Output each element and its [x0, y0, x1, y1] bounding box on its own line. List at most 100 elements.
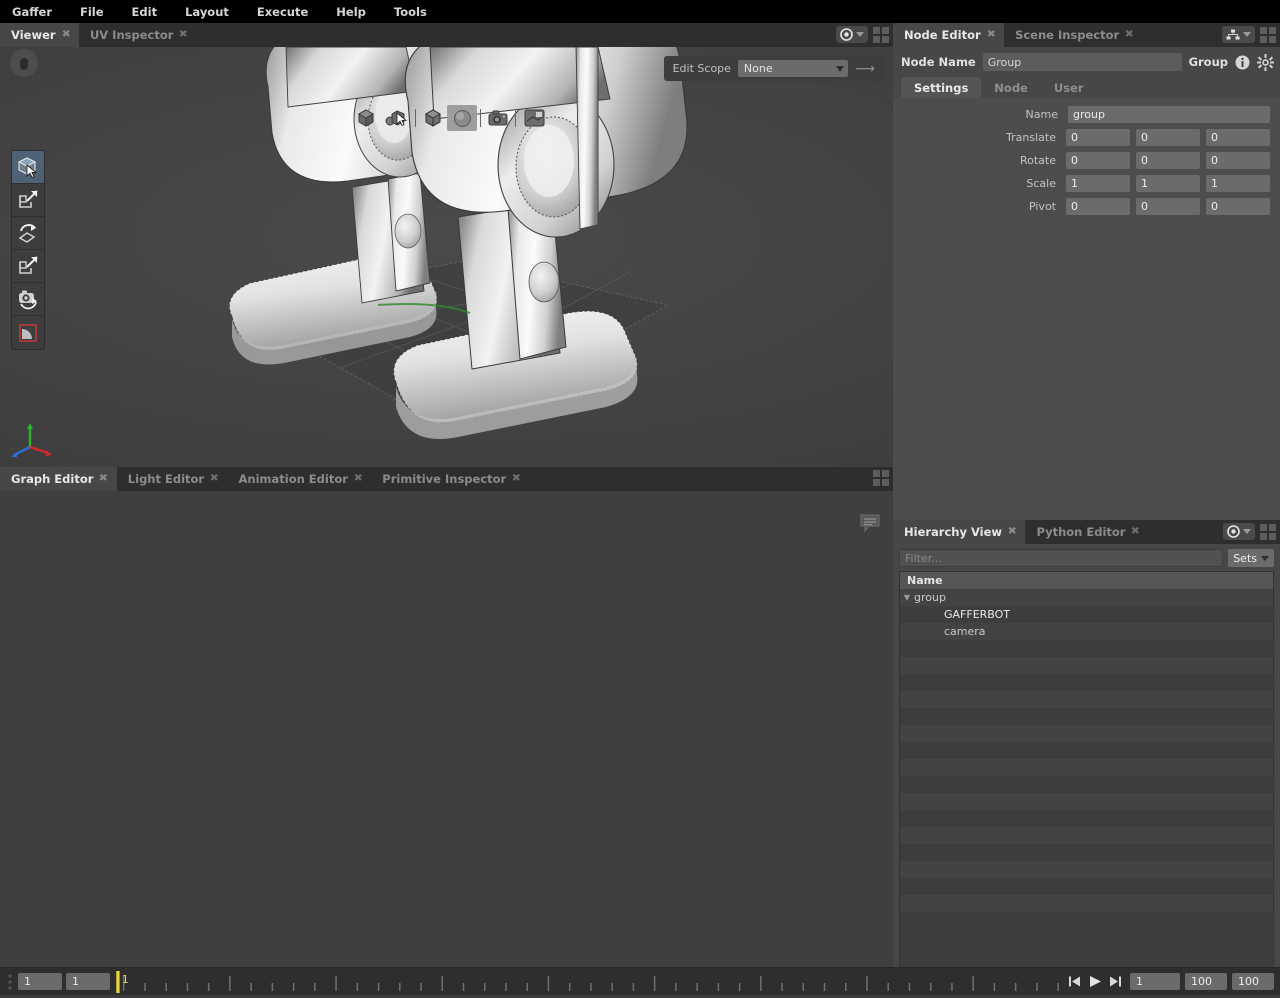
node-name-input[interactable]: Group	[982, 53, 1182, 71]
tab-light-editor[interactable]: Light Editor ✖	[117, 467, 228, 491]
sphere-icon[interactable]	[447, 105, 477, 131]
edit-scope-control: Edit Scope None ⟶	[663, 56, 884, 81]
menu-item-execute[interactable]: Execute	[257, 2, 322, 22]
param-input-pivot-z[interactable]: 0	[1206, 198, 1270, 215]
close-icon[interactable]: ✖	[1131, 527, 1140, 537]
panel-layout-icon[interactable]	[1260, 523, 1276, 540]
timeline-ruler[interactable]: 1	[116, 968, 1062, 995]
tree-row-empty	[900, 691, 1273, 708]
layers-icon[interactable]	[519, 106, 549, 130]
edit-scope-dropdown[interactable]: None	[737, 60, 848, 77]
tab-scene-inspector[interactable]: Scene Inspector ✖	[1004, 23, 1143, 47]
panel-layout-icon[interactable]	[1260, 26, 1276, 43]
tree-row-gafferbot[interactable]: GAFFERBOT	[900, 606, 1273, 623]
viewport-3d[interactable]: Edit Scope None ⟶	[0, 47, 893, 467]
crop-window-tool[interactable]	[12, 316, 44, 349]
close-icon[interactable]: ✖	[61, 30, 70, 40]
edit-scope-goto-icon[interactable]: ⟶	[855, 62, 875, 76]
timeline-start-input[interactable]: 1	[18, 973, 62, 990]
timeline-end-input[interactable]: 100	[1185, 973, 1227, 990]
param-input-scale-z[interactable]: 1	[1206, 175, 1270, 192]
close-icon[interactable]: ✖	[99, 474, 108, 484]
subtab-user[interactable]: User	[1041, 77, 1097, 98]
panel-layout-icon[interactable]	[873, 470, 889, 486]
shading-cube-sphere-icon[interactable]	[380, 106, 412, 130]
close-icon[interactable]: ✖	[179, 30, 188, 40]
node-editor-pin-button[interactable]	[1222, 26, 1255, 43]
param-input-translate-y[interactable]: 0	[1136, 129, 1200, 146]
param-input-translate-z[interactable]: 0	[1206, 129, 1270, 146]
close-icon[interactable]: ✖	[512, 474, 521, 484]
timeline-frame-input[interactable]: 1	[1130, 973, 1180, 990]
close-icon[interactable]: ✖	[353, 474, 362, 484]
play-icon[interactable]	[1088, 975, 1102, 988]
shading-cube-icon[interactable]	[352, 106, 380, 130]
sets-dropdown-button[interactable]: Sets	[1228, 549, 1274, 567]
select-tool[interactable]	[12, 151, 44, 184]
tab-hierarchy-view[interactable]: Hierarchy View ✖	[893, 520, 1026, 544]
param-input-rotate-z[interactable]: 0	[1206, 152, 1270, 169]
node-name-value: Group	[987, 55, 1022, 69]
translate-tool[interactable]	[12, 184, 44, 217]
menu-item-help[interactable]: Help	[336, 2, 380, 22]
tab-python-editor[interactable]: Python Editor ✖	[1025, 520, 1148, 544]
gear-icon[interactable]	[1257, 53, 1274, 71]
node-editor-tabbar: Node Editor ✖ Scene Inspector ✖	[893, 23, 1280, 47]
hand-tool-icon[interactable]	[10, 49, 38, 77]
close-icon[interactable]: ✖	[1008, 527, 1017, 537]
filter-input[interactable]: Filter...	[899, 549, 1224, 567]
hierarchy-state-button[interactable]	[1223, 523, 1255, 540]
tab-node-editor[interactable]: Node Editor ✖	[893, 23, 1005, 47]
menu-item-file[interactable]: File	[80, 2, 118, 22]
tree-row-empty	[900, 810, 1273, 827]
graph-corner-controls	[873, 470, 889, 486]
timeline-current-input[interactable]: 1	[66, 973, 110, 990]
param-input-rotate-y[interactable]: 0	[1136, 152, 1200, 169]
info-icon[interactable]	[1235, 55, 1250, 70]
tree-row-group[interactable]: ▼ group	[900, 589, 1273, 606]
tab-animation-editor[interactable]: Animation Editor ✖	[227, 467, 371, 491]
playback-controls	[1068, 975, 1122, 988]
tree-row-camera[interactable]: camera	[900, 623, 1273, 640]
rotate-tool[interactable]	[12, 217, 44, 250]
camera-icon[interactable]	[484, 106, 512, 130]
close-icon[interactable]: ✖	[210, 474, 219, 484]
tab-animation-editor-label: Animation Editor	[238, 472, 348, 486]
chevron-down-icon	[1243, 529, 1251, 534]
tab-uv-inspector[interactable]: UV Inspector ✖	[79, 23, 197, 47]
chevron-down-icon[interactable]: ▼	[900, 593, 914, 602]
param-input-translate-x[interactable]: 0	[1066, 129, 1130, 146]
annotation-bubble-icon[interactable]	[859, 513, 881, 536]
drag-handle-icon[interactable]	[6, 972, 14, 992]
param-input-name[interactable]: group	[1068, 106, 1270, 123]
crop-region-icon	[19, 323, 37, 342]
jump-to-end-icon[interactable]	[1109, 975, 1122, 988]
timeline-range-input[interactable]: 100	[1232, 973, 1274, 990]
viewer-state-button[interactable]	[836, 26, 868, 43]
menu-item-layout[interactable]: Layout	[185, 2, 243, 22]
close-icon[interactable]: ✖	[986, 30, 995, 40]
wireframe-cube-icon[interactable]	[419, 106, 447, 130]
subtab-node[interactable]: Node	[981, 77, 1041, 98]
hierarchy-tree[interactable]: Name ▼ group GAFFERBOT camera	[899, 571, 1274, 989]
param-input-scale-x[interactable]: 1	[1066, 175, 1130, 192]
tree-row-empty	[900, 640, 1273, 657]
menu-item-gaffer[interactable]: Gaffer	[12, 2, 66, 22]
param-input-scale-y[interactable]: 1	[1136, 175, 1200, 192]
close-icon[interactable]: ✖	[1125, 30, 1134, 40]
menu-item-tools[interactable]: Tools	[394, 2, 441, 22]
menu-item-edit[interactable]: Edit	[132, 2, 172, 22]
scale-tool[interactable]	[12, 250, 44, 283]
subtab-settings[interactable]: Settings	[901, 77, 982, 98]
param-input-rotate-x[interactable]: 0	[1066, 152, 1130, 169]
tab-graph-editor[interactable]: Graph Editor ✖	[0, 467, 117, 491]
param-input-pivot-y[interactable]: 0	[1136, 198, 1200, 215]
node-graph-canvas[interactable]: SceneReader Camera Group	[0, 491, 893, 995]
param-input-pivot-x[interactable]: 0	[1066, 198, 1130, 215]
tree-row-empty	[900, 776, 1273, 793]
camera-tool[interactable]	[12, 283, 44, 316]
jump-to-start-icon[interactable]	[1068, 975, 1081, 988]
panel-layout-icon[interactable]	[873, 26, 889, 43]
tab-primitive-inspector[interactable]: Primitive Inspector ✖	[371, 467, 529, 491]
tab-viewer[interactable]: Viewer ✖	[0, 23, 79, 47]
